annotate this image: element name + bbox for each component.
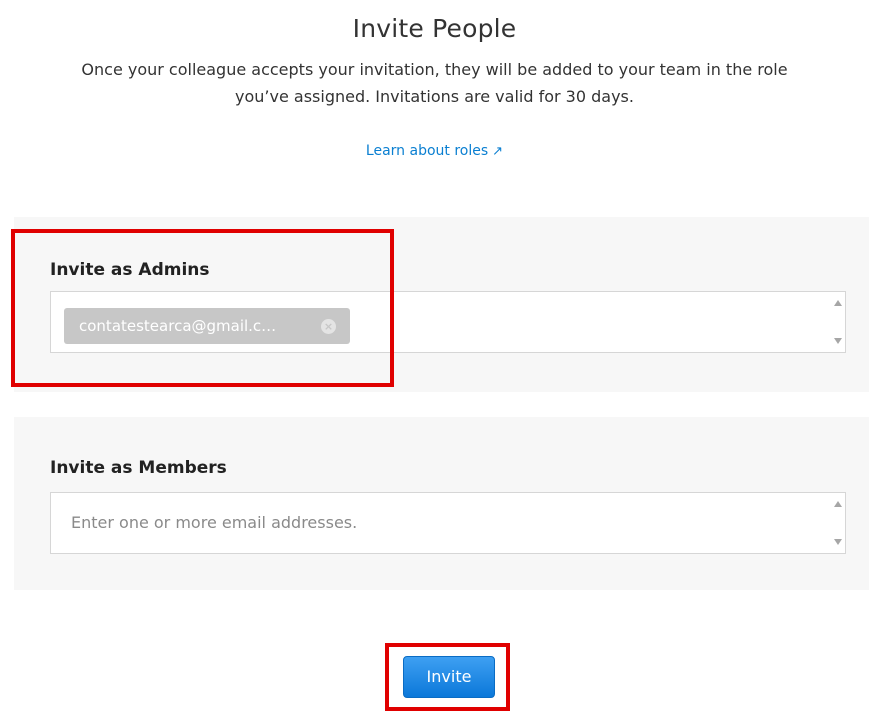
scroll-up-arrow-icon[interactable] <box>834 501 842 507</box>
invite-admins-title: Invite as Admins <box>50 260 210 280</box>
invite-members-panel: Invite as Members Enter one or more emai… <box>14 417 869 590</box>
learn-about-roles-link[interactable]: Learn about roles ↗ <box>0 143 869 159</box>
remove-chip-icon[interactable]: × <box>321 319 336 334</box>
members-email-placeholder: Enter one or more email addresses. <box>71 513 358 532</box>
members-email-field[interactable]: Enter one or more email addresses. <box>50 492 846 554</box>
page-description: Once your colleague accepts your invitat… <box>81 60 788 106</box>
invite-admins-panel: Invite as Admins contatestearca@gmail.c…… <box>14 217 869 392</box>
admins-email-field[interactable]: contatestearca@gmail.c… × <box>50 291 846 353</box>
scroll-down-arrow-icon[interactable] <box>834 338 842 344</box>
page-title: Invite People <box>352 14 517 43</box>
external-link-icon: ↗ <box>492 144 504 159</box>
email-chip-label: contatestearca@gmail.c… <box>79 317 277 335</box>
email-chip[interactable]: contatestearca@gmail.c… × <box>64 308 350 344</box>
learn-link-label: Learn about roles <box>365 143 489 159</box>
invite-button[interactable]: Invite <box>403 656 495 698</box>
scroll-up-arrow-icon[interactable] <box>834 300 842 306</box>
invite-members-title: Invite as Members <box>50 458 227 478</box>
scroll-down-arrow-icon[interactable] <box>834 539 842 545</box>
